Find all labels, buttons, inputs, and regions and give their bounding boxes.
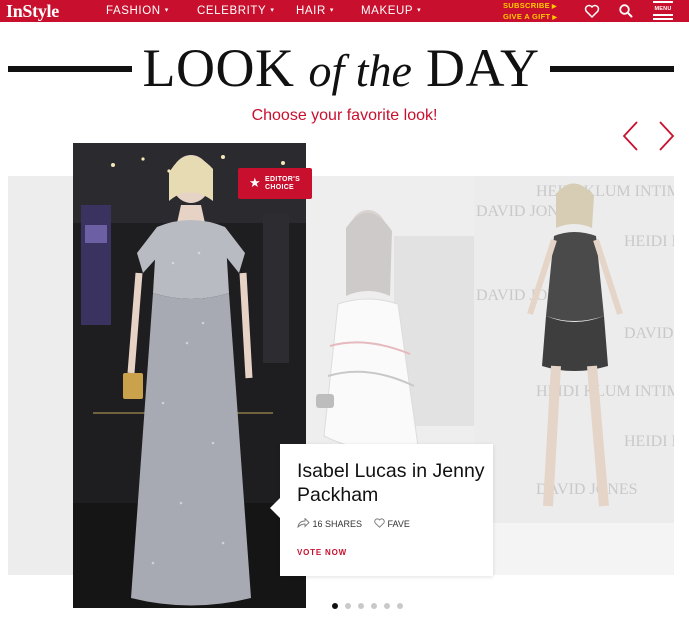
- give-a-gift-link[interactable]: GIVE A GIFT ▶: [503, 12, 557, 23]
- nav-item-fashion[interactable]: FASHION ▾: [106, 5, 169, 17]
- star-icon: ★: [249, 175, 261, 190]
- share-button[interactable]: 16 SHARES: [297, 517, 362, 530]
- heading-rule-right: [550, 66, 674, 72]
- menu-button[interactable]: MENU: [651, 0, 675, 22]
- fave-heart-icon: [374, 518, 385, 528]
- slide-photo-heidi: [527, 183, 623, 507]
- instyle-logo[interactable]: InStyle: [6, 1, 59, 21]
- search-icon[interactable]: [618, 3, 634, 19]
- look-info-card: Isabel Lucas in Jenny Packham 16 SHARES …: [270, 444, 493, 576]
- pagination-dot[interactable]: [397, 603, 403, 609]
- nav-item-hair[interactable]: HAIR ▾: [296, 5, 334, 17]
- chevron-down-icon: ▾: [329, 7, 335, 14]
- share-icon: [297, 517, 310, 529]
- look-title[interactable]: Isabel Lucas in Jenny Packham: [297, 459, 487, 507]
- menu-label: MENU: [654, 6, 672, 12]
- slide-heidi[interactable]: HEIDI KLUM INTIMATES DAVID JONES HEIDI K…: [474, 176, 674, 523]
- heading-rule-left: [8, 66, 132, 72]
- chevron-down-icon: ▾: [270, 7, 275, 14]
- fave-button[interactable]: FAVE: [374, 518, 410, 530]
- featured-photo: [73, 143, 306, 608]
- pagination-dot[interactable]: [384, 603, 390, 609]
- chevron-down-icon: ▾: [164, 7, 169, 14]
- subscribe-link[interactable]: SUBSCRIBE ▶: [503, 1, 557, 12]
- subheading: Choose your favorite look!: [251, 107, 438, 124]
- promo-links: SUBSCRIBE ▶ GIVE A GIFT ▶: [503, 1, 557, 23]
- slide-featured-isabel[interactable]: [73, 143, 306, 608]
- pagination-dot[interactable]: [345, 603, 351, 609]
- page-title: LOOK of the DAY: [142, 38, 540, 98]
- slide-previous[interactable]: [8, 176, 73, 575]
- nav-item-makeup[interactable]: MAKEUP ▾: [361, 5, 421, 17]
- menu-icon: [653, 1, 673, 3]
- editors-choice-badge: ★ EDITOR'S CHOICE: [238, 168, 312, 199]
- arrow-right-icon: ▶: [551, 4, 557, 10]
- carousel-next-icon[interactable]: [655, 120, 677, 152]
- vote-now-link[interactable]: VOTE NOW: [297, 548, 347, 557]
- pagination-dot[interactable]: [332, 603, 338, 609]
- heart-icon[interactable]: [584, 3, 600, 19]
- chevron-down-icon: ▾: [417, 7, 422, 14]
- nav-item-celebrity[interactable]: CELEBRITY ▾: [197, 5, 274, 17]
- carousel-prev-icon[interactable]: [620, 120, 642, 152]
- arrow-right-icon: ▶: [552, 15, 558, 21]
- top-nav: InStyle FASHION ▾ CELEBRITY ▾ HAIR ▾ MAKEUP…: [0, 0, 689, 22]
- pagination-dot[interactable]: [371, 603, 377, 609]
- pagination-dot[interactable]: [358, 603, 364, 609]
